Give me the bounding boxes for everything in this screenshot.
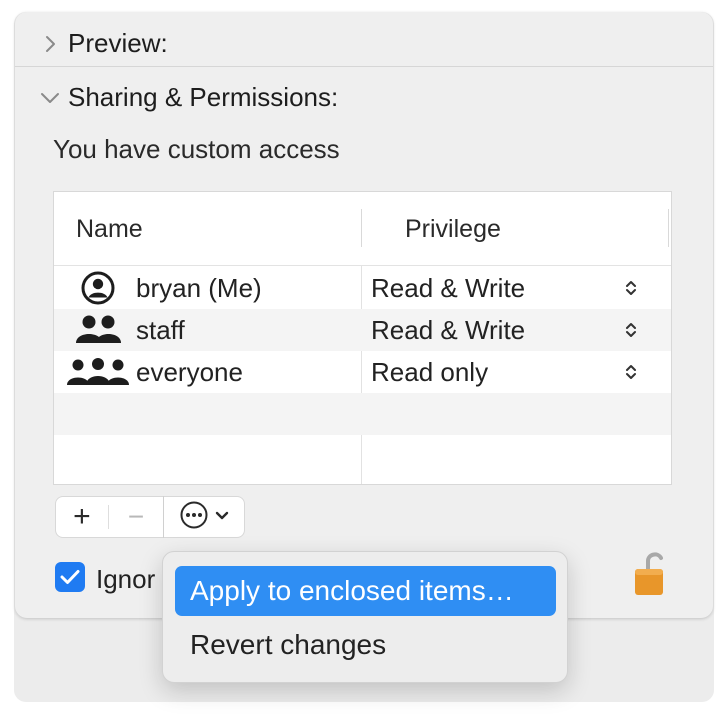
chevron-down-icon xyxy=(215,508,229,526)
plus-icon: + xyxy=(73,500,91,533)
privilege-value[interactable]: Read only xyxy=(371,357,488,388)
user-name: everyone xyxy=(136,357,243,387)
ignore-ownership-checkbox[interactable] xyxy=(55,562,85,592)
everyone-icon xyxy=(66,351,130,393)
checkmark-icon xyxy=(60,570,80,584)
menu-item-revert-changes[interactable]: Revert changes xyxy=(175,620,556,670)
chevron-up-down-icon[interactable] xyxy=(624,362,638,382)
empty-row xyxy=(54,435,671,477)
column-separator xyxy=(668,209,669,247)
action-menu-button[interactable] xyxy=(164,497,244,537)
permissions-table: Name Privilege bryan (Me) Read & Write s… xyxy=(53,191,672,485)
ignore-ownership-label: Ignor xyxy=(96,564,156,594)
menu-item-apply-to-enclosed[interactable]: Apply to enclosed items… xyxy=(175,566,556,616)
privilege-value[interactable]: Read & Write xyxy=(371,315,525,346)
sharing-section-label: Sharing & Permissions: xyxy=(68,82,339,112)
preview-disclosure[interactable]: Preview: xyxy=(38,28,168,59)
group-icon xyxy=(66,309,130,351)
remove-button[interactable]: − xyxy=(109,497,164,537)
column-header-privilege[interactable]: Privilege xyxy=(405,215,501,244)
ellipsis-circle-icon xyxy=(179,500,209,535)
single-user-icon xyxy=(66,267,130,309)
chevron-down-icon[interactable] xyxy=(38,86,62,110)
context-menu: Apply to enclosed items… Revert changes xyxy=(162,551,568,683)
chevron-right-icon[interactable] xyxy=(38,32,62,56)
empty-row xyxy=(54,393,671,435)
chevron-up-down-icon[interactable] xyxy=(624,278,638,298)
add-button[interactable]: + xyxy=(56,497,108,537)
table-button-group: + − xyxy=(55,496,245,538)
preview-section-label: Preview: xyxy=(68,28,168,58)
user-name: staff xyxy=(136,315,185,345)
column-separator xyxy=(361,209,362,247)
privilege-value[interactable]: Read & Write xyxy=(371,273,525,304)
chevron-up-down-icon[interactable] xyxy=(624,320,638,340)
table-row[interactable]: everyone Read only xyxy=(54,351,671,393)
table-row[interactable]: bryan (Me) Read & Write xyxy=(54,267,671,309)
minus-icon: − xyxy=(127,501,145,532)
lock-icon[interactable] xyxy=(632,549,672,602)
section-divider xyxy=(15,66,713,67)
access-status-text: You have custom access xyxy=(53,134,340,164)
user-name: bryan (Me) xyxy=(136,273,262,303)
sharing-disclosure[interactable]: Sharing & Permissions: xyxy=(38,82,338,113)
table-row[interactable]: staff Read & Write xyxy=(54,309,671,351)
column-header-name[interactable]: Name xyxy=(76,215,143,244)
table-header: Name Privilege xyxy=(54,192,671,266)
